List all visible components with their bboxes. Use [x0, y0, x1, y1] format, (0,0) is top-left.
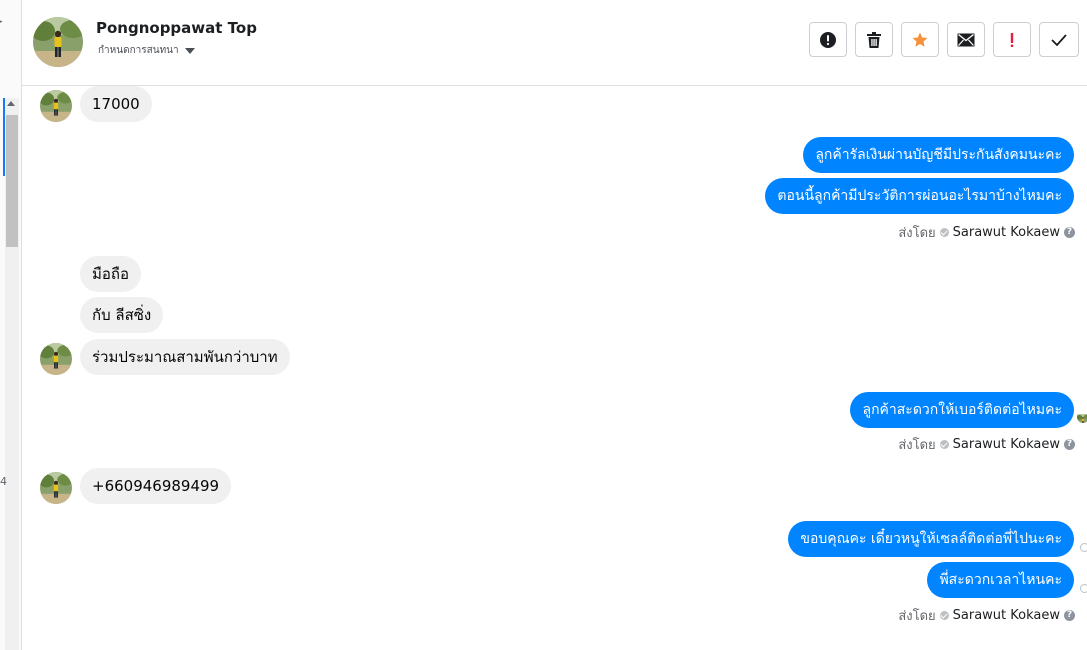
verified-check-icon	[939, 228, 949, 237]
agent-name[interactable]: Sarawut Kokaew	[953, 225, 1060, 240]
conversation-toolbar	[809, 22, 1079, 57]
incoming-message[interactable]: 17000	[80, 86, 152, 122]
contact-avatar[interactable]	[33, 17, 83, 67]
star-icon	[912, 32, 928, 47]
delivered-icon	[1080, 584, 1087, 593]
sent-by-prefix: ส่งโดย	[898, 226, 936, 241]
help-icon[interactable]: ?	[1064, 227, 1075, 238]
collapse-caret-icon[interactable]: ▸	[0, 17, 3, 27]
help-icon[interactable]: ?	[1064, 439, 1075, 450]
checkmark-icon	[1051, 33, 1067, 46]
incoming-message[interactable]: +660946989499	[80, 468, 232, 504]
outgoing-message[interactable]: ตอนนี้ลูกค้ามีประวัติการผ่อนอะไรมาบ้างไห…	[765, 178, 1074, 214]
outgoing-message[interactable]: ขอบคุณคะ เดี๋ยวหนูให้เซลล์ติดต่อพี่ไปนะค…	[788, 521, 1074, 557]
mark-spam-button[interactable]	[809, 22, 847, 57]
outgoing-message[interactable]: ลูกค้าสะดวกให้เบอร์ติดต่อไหมคะ	[850, 392, 1074, 428]
envelope-icon	[957, 33, 975, 46]
incoming-message[interactable]: มือถือ	[80, 256, 141, 292]
trash-icon	[867, 31, 881, 48]
scroll-up-arrow-icon[interactable]	[7, 101, 15, 106]
sent-by-line: ส่งโดย Sarawut Kokaew ?	[898, 605, 1075, 626]
done-button[interactable]	[1039, 22, 1079, 57]
rail-number: 4	[0, 475, 7, 488]
follow-up-button[interactable]	[993, 22, 1031, 57]
sent-by-prefix: ส่งโดย	[898, 438, 936, 453]
outgoing-message[interactable]: ลูกค้ารัลเงินผ่านบัญชีมีประกันสังคมนะคะ	[803, 137, 1074, 173]
agent-name[interactable]: Sarawut Kokaew	[953, 437, 1060, 452]
conversation-header: Pongnoppawat Top กำหนดการสนทนา	[22, 0, 1087, 86]
help-icon[interactable]: ?	[1064, 610, 1075, 621]
contact-avatar-small	[40, 90, 72, 122]
contact-avatar-small	[40, 472, 72, 504]
agent-name[interactable]: Sarawut Kokaew	[953, 608, 1060, 623]
alert-circle-icon	[820, 31, 836, 48]
left-rail: ▸ 4	[0, 0, 22, 650]
delete-button[interactable]	[855, 22, 893, 57]
incoming-message[interactable]: ร่วมประมาณสามพันกว่าบาท	[80, 339, 290, 375]
star-button[interactable]	[901, 22, 939, 57]
incoming-message[interactable]: กับ ลีสซิ่ง	[80, 297, 164, 333]
outgoing-message[interactable]: พี่สะดวกเวลาไหนคะ	[927, 562, 1074, 598]
assign-conversation-dropdown[interactable]: กำหนดการสนทนา	[98, 43, 195, 58]
sent-by-prefix: ส่งโดย	[898, 609, 936, 624]
delivered-icon	[1080, 543, 1087, 552]
verified-check-icon	[939, 611, 949, 620]
verified-check-icon	[939, 440, 949, 449]
seen-avatar	[1077, 411, 1087, 423]
message-thread[interactable]: 17000 ลูกค้ารัลเงินผ่านบัญชีมีประกันสังค…	[22, 86, 1087, 650]
sent-by-line: ส่งโดย Sarawut Kokaew ?	[898, 222, 1075, 243]
chevron-down-icon	[184, 47, 195, 54]
unread-button[interactable]	[947, 22, 985, 57]
exclamation-icon	[1010, 32, 1014, 47]
contact-name[interactable]: Pongnoppawat Top	[96, 19, 257, 37]
assign-label: กำหนดการสนทนา	[98, 45, 179, 56]
contact-avatar-small	[40, 343, 72, 375]
sent-by-line: ส่งโดย Sarawut Kokaew ?	[898, 434, 1075, 455]
scrollbar-thumb[interactable]	[6, 115, 18, 247]
